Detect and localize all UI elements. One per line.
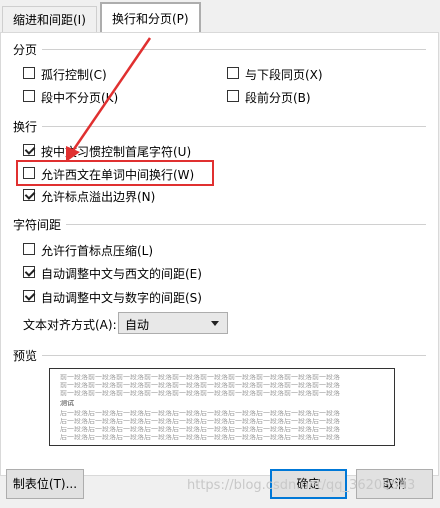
tabs-button[interactable]: 制表位(T)...	[6, 469, 84, 499]
annotation-arrow-icon	[66, 37, 152, 162]
watermark: https://blog.csdn.net/qq_36208543	[187, 478, 416, 493]
